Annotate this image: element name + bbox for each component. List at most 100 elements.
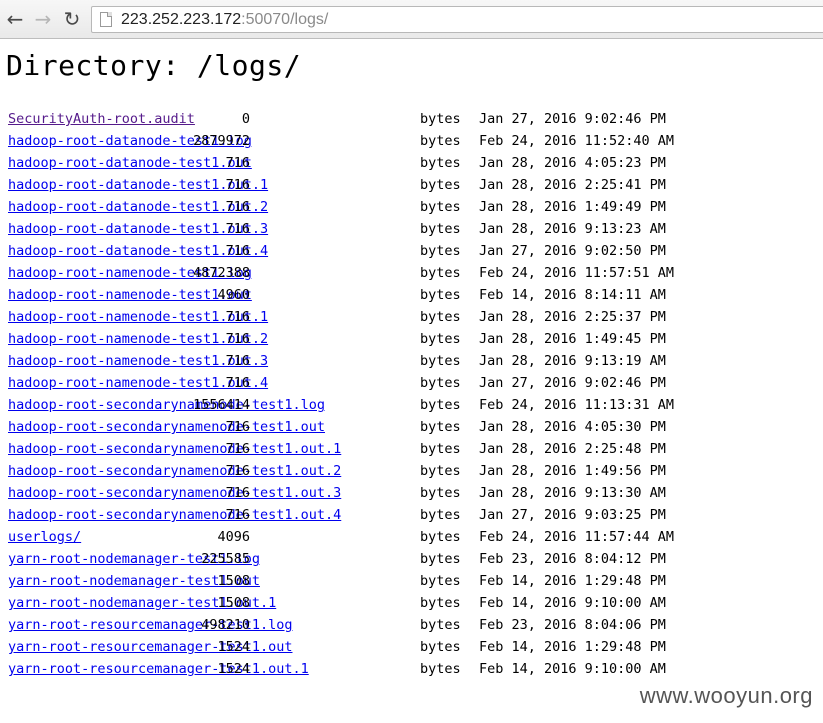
file-size: 716 bbox=[225, 441, 250, 457]
file-date: Jan 27, 2016 9:02:50 PM bbox=[479, 243, 666, 259]
file-row: hadoop-root-datanode-test1.out.4 716 bytes… bbox=[8, 240, 708, 262]
file-size: 716 bbox=[225, 309, 250, 325]
reload-icon[interactable]: ↻ bbox=[60, 7, 84, 31]
file-link[interactable]: hadoop-root-secondarynamenode-test1.out.… bbox=[8, 482, 341, 504]
size-unit: bytes bbox=[420, 265, 461, 281]
file-size: 1524 bbox=[217, 639, 250, 655]
file-link[interactable]: userlogs/ bbox=[8, 526, 81, 548]
file-link[interactable]: SecurityAuth-root.audit bbox=[8, 108, 195, 130]
size-unit: bytes bbox=[420, 639, 461, 655]
file-link[interactable]: hadoop-root-secondarynamenode-test1.out.… bbox=[8, 438, 341, 460]
file-size: 716 bbox=[225, 177, 250, 193]
size-unit: bytes bbox=[420, 177, 461, 193]
file-row: userlogs/4096 bytes Feb 24, 2016 11:57:44 … bbox=[8, 526, 708, 548]
file-row: yarn-root-resourcemanager-test1.out.1 152… bbox=[8, 658, 708, 680]
address-url[interactable]: 223.252.223.172:50070/logs/ bbox=[121, 11, 328, 29]
page-icon bbox=[100, 12, 112, 27]
size-unit: bytes bbox=[420, 111, 461, 127]
file-size: 1508 bbox=[217, 595, 250, 611]
file-size: 1508 bbox=[217, 573, 250, 589]
file-size: 225585 bbox=[201, 551, 250, 567]
size-unit: bytes bbox=[420, 441, 461, 457]
url-path: /logs/ bbox=[290, 10, 329, 28]
file-row: hadoop-root-secondarynamenode-test1.out.… bbox=[8, 482, 708, 504]
file-row: yarn-root-nodemanager-test1.out 1508 bytes… bbox=[8, 570, 708, 592]
file-size: 716 bbox=[225, 221, 250, 237]
file-row: hadoop-root-secondarynamenode-test1.out 7… bbox=[8, 416, 708, 438]
file-date: Jan 27, 2016 9:02:46 PM bbox=[479, 111, 666, 127]
file-size: 2879972 bbox=[193, 133, 250, 149]
size-unit: bytes bbox=[420, 529, 461, 545]
file-date: Feb 14, 2016 1:29:48 PM bbox=[479, 639, 666, 655]
file-date: Feb 14, 2016 1:29:48 PM bbox=[479, 573, 666, 589]
file-row: yarn-root-nodemanager-test1.log 225585 byt… bbox=[8, 548, 708, 570]
file-date: Jan 28, 2016 9:13:19 AM bbox=[479, 353, 666, 369]
file-size: 1556414 bbox=[193, 397, 250, 413]
size-unit: bytes bbox=[420, 485, 461, 501]
size-unit: bytes bbox=[420, 243, 461, 259]
file-date: Feb 14, 2016 9:10:00 AM bbox=[479, 661, 666, 677]
file-link[interactable]: hadoop-root-secondarynamenode-test1.log bbox=[8, 394, 325, 416]
file-date: Feb 24, 2016 11:13:31 AM bbox=[479, 397, 675, 413]
file-row: SecurityAuth-root.audit 0 bytes Jan 27, 201… bbox=[8, 108, 708, 130]
file-row: hadoop-root-namenode-test1.out.1 716 bytes… bbox=[8, 306, 708, 328]
file-row: hadoop-root-datanode-test1.out 716 bytes Ja… bbox=[8, 152, 708, 174]
size-unit: bytes bbox=[420, 397, 461, 413]
size-unit: bytes bbox=[420, 199, 461, 215]
file-row: yarn-root-resourcemanager-test1.out 1524 b… bbox=[8, 636, 708, 658]
size-unit: bytes bbox=[420, 331, 461, 347]
file-size: 716 bbox=[225, 463, 250, 479]
file-date: Jan 28, 2016 2:25:41 PM bbox=[479, 177, 666, 193]
file-row: hadoop-root-namenode-test1.out 4960 bytes F… bbox=[8, 284, 708, 306]
file-size: 716 bbox=[225, 419, 250, 435]
file-row: hadoop-root-secondarynamenode-test1.log 1… bbox=[8, 394, 708, 416]
size-unit: bytes bbox=[420, 661, 461, 677]
file-link[interactable]: yarn-root-resourcemanager-test1.out.1 bbox=[8, 658, 309, 680]
file-date: Feb 23, 2016 8:04:06 PM bbox=[479, 617, 666, 633]
file-size: 716 bbox=[225, 331, 250, 347]
url-port: :50070 bbox=[241, 10, 291, 28]
file-row: hadoop-root-datanode-test1.out.1 716 bytes… bbox=[8, 174, 708, 196]
file-size: 4872388 bbox=[193, 265, 250, 281]
file-date: Feb 14, 2016 8:14:11 AM bbox=[479, 287, 666, 303]
file-date: Feb 23, 2016 8:04:12 PM bbox=[479, 551, 666, 567]
file-date: Feb 24, 2016 11:57:44 AM bbox=[479, 529, 675, 545]
file-row: hadoop-root-namenode-test1.out.2 716 bytes… bbox=[8, 328, 708, 350]
file-size: 716 bbox=[225, 243, 250, 259]
file-size: 1524 bbox=[217, 661, 250, 677]
file-date: Jan 28, 2016 1:49:45 PM bbox=[479, 331, 666, 347]
file-link[interactable]: hadoop-root-datanode-test1.out bbox=[8, 152, 252, 174]
address-bar[interactable]: 223.252.223.172:50070/logs/ bbox=[91, 6, 823, 33]
file-date: Jan 27, 2016 9:03:25 PM bbox=[479, 507, 666, 523]
file-listing: SecurityAuth-root.audit 0 bytes Jan 27, 201… bbox=[8, 108, 708, 680]
file-date: Feb 24, 2016 11:57:51 AM bbox=[479, 265, 675, 281]
size-unit: bytes bbox=[420, 419, 461, 435]
file-size: 4960 bbox=[217, 287, 250, 303]
file-link[interactable]: hadoop-root-secondarynamenode-test1.out bbox=[8, 416, 325, 438]
file-size: 716 bbox=[225, 199, 250, 215]
file-size: 0 bbox=[241, 111, 250, 127]
file-row: hadoop-root-namenode-test1.log 4872388 byt… bbox=[8, 262, 708, 284]
url-host: 223.252.223.172 bbox=[121, 10, 242, 28]
file-row: hadoop-root-datanode-test1.log 2879972 byt… bbox=[8, 130, 708, 152]
forward-arrow-icon[interactable]: → bbox=[31, 7, 55, 31]
file-date: Jan 28, 2016 2:25:37 PM bbox=[479, 309, 666, 325]
file-date: Jan 28, 2016 4:05:23 PM bbox=[479, 155, 666, 171]
size-unit: bytes bbox=[420, 353, 461, 369]
file-row: hadoop-root-secondarynamenode-test1.out.… bbox=[8, 438, 708, 460]
size-unit: bytes bbox=[420, 507, 461, 523]
file-size: 4096 bbox=[217, 529, 250, 545]
file-row: hadoop-root-namenode-test1.out.4 716 bytes… bbox=[8, 372, 708, 394]
size-unit: bytes bbox=[420, 375, 461, 391]
back-arrow-icon[interactable]: ← bbox=[3, 7, 27, 31]
file-date: Jan 28, 2016 1:49:49 PM bbox=[479, 199, 666, 215]
file-link[interactable]: hadoop-root-secondarynamenode-test1.out.… bbox=[8, 504, 341, 526]
file-link[interactable]: hadoop-root-namenode-test1.out bbox=[8, 284, 252, 306]
file-link[interactable]: hadoop-root-secondarynamenode-test1.out.… bbox=[8, 460, 341, 482]
browser-toolbar: ← → ↻ 223.252.223.172:50070/logs/ bbox=[0, 0, 823, 39]
file-row: yarn-root-resourcemanager-test1.log 49821… bbox=[8, 614, 708, 636]
file-date: Jan 28, 2016 1:49:56 PM bbox=[479, 463, 666, 479]
file-date: Feb 14, 2016 9:10:00 AM bbox=[479, 595, 666, 611]
file-date: Jan 28, 2016 9:13:30 AM bbox=[479, 485, 666, 501]
file-date: Feb 24, 2016 11:52:40 AM bbox=[479, 133, 675, 149]
